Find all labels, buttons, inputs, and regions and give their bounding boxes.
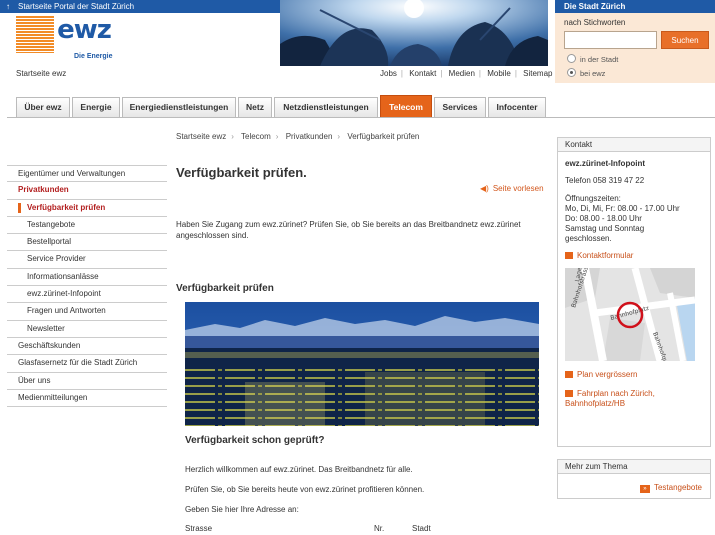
seite-vorlesen-label: Seite vorlesen	[492, 184, 544, 193]
column-strasse: Strasse	[185, 524, 213, 533]
leftnav-geschaeftskunden[interactable]: Geschäftskunden	[7, 338, 167, 356]
double-arrow-icon: »	[639, 485, 650, 493]
tab-services[interactable]: Services	[434, 97, 486, 117]
meta-nav-mobile[interactable]: Mobile	[487, 69, 511, 78]
radio-bei-ewz[interactable]	[567, 68, 576, 77]
kontakt-telefon: Telefon 058 319 47 22	[565, 176, 645, 185]
leftnav-medienmitteilungen[interactable]: Medienmitteilungen	[7, 390, 167, 408]
section-title: Verfügbarkeit prüfen	[176, 283, 274, 294]
welcome-text: Herzlich willkommen auf ewz.zürinet. Das…	[185, 465, 413, 474]
header-hero-image	[280, 0, 548, 66]
envelope-icon	[565, 252, 573, 260]
tab-netz[interactable]: Netz	[238, 97, 272, 117]
leftnav-infopoint[interactable]: ewz.zürinet-Infopoint	[7, 286, 167, 304]
breadcrumb-separator: ›	[275, 132, 279, 141]
column-nr: Nr.	[374, 524, 385, 533]
hours-line-4: geschlossen.	[565, 234, 612, 243]
testangebote-label: Testangebote	[653, 483, 702, 492]
checked-title: Verfügbarkeit schon geprüft?	[185, 435, 325, 446]
breadcrumb-separator: ›	[231, 132, 234, 141]
main-navigation: Über ewz Energie Energiedienstleistungen…	[16, 95, 548, 118]
mehr-zum-thema-box: Mehr zum Thema » Testangebote	[557, 459, 711, 499]
leftnav-glasfasernetz[interactable]: Glasfasernetz für die Stadt Zürich	[7, 355, 167, 373]
tab-energie[interactable]: Energie	[72, 97, 120, 117]
ewz-logo[interactable]: ewz Die Energie	[16, 13, 116, 60]
search-input[interactable]	[564, 31, 657, 49]
mehr-zum-thema-header: Mehr zum Thema	[558, 460, 710, 474]
leftnav-testangebote[interactable]: Testangebote	[7, 217, 167, 235]
hours-line-2: Do: 08.00 - 18.00 Uhr	[565, 214, 642, 223]
meta-nav-separator: |	[440, 69, 443, 78]
breadcrumb-separator: ›	[337, 132, 341, 141]
breadcrumb-startseite[interactable]: Startseite ewz	[176, 132, 226, 141]
kontaktformular-link[interactable]: Kontaktformular	[565, 251, 633, 261]
tab-divider	[7, 117, 715, 118]
radio-label-in-der-stadt: in der Stadt	[580, 55, 619, 64]
logo-tagline: Die Energie	[74, 53, 113, 60]
leftnav-bestellportal[interactable]: Bestellportal	[7, 234, 167, 252]
stadt-zuerich-title: Die Stadt Zürich	[555, 0, 715, 13]
leftnav-privatkunden[interactable]: Privatkunden	[7, 182, 167, 200]
meta-nav-medien[interactable]: Medien	[449, 69, 475, 78]
tab-infocenter[interactable]: Infocenter	[488, 97, 546, 117]
search-button[interactable]: Suchen	[661, 31, 709, 49]
external-link-icon	[565, 390, 573, 398]
pruefen-text: Prüfen Sie, ob Sie bereits heute von ewz…	[185, 485, 425, 494]
breadcrumb-telecom[interactable]: Telecom	[241, 132, 271, 141]
fahrplan-label-1: Fahrplan nach Zürich,	[577, 389, 655, 398]
leftnav-informationsanlaesse[interactable]: Informationsanlässe	[7, 269, 167, 287]
address-prompt: Geben Sie hier Ihre Adresse an:	[185, 505, 299, 514]
fahrplan-label-2[interactable]: Bahnhofplatz/HB	[565, 399, 625, 409]
plan-vergroessern-label: Plan vergrössern	[577, 370, 638, 379]
leftnav-eigentuemer[interactable]: Eigentümer und Verwaltungen	[7, 165, 167, 183]
kontakt-box: Kontakt ewz.zürinet-Infopoint Telefon 05…	[557, 137, 711, 447]
left-navigation: Eigentümer und Verwaltungen Privatkunden…	[7, 165, 167, 408]
kontakt-name: ewz.zürinet-Infopoint	[565, 159, 645, 168]
radio-label-bei-ewz: bei ewz	[580, 69, 606, 78]
zurich-night-image	[185, 302, 539, 426]
speaker-icon: ◀)	[480, 184, 489, 193]
meta-nav-separator: |	[514, 69, 517, 78]
search-panel: nach Stichworten Suchen in der Stadt bei…	[555, 13, 715, 83]
leftnav-ueber-uns[interactable]: Über uns	[7, 373, 167, 390]
hours-line-3: Samstag und Sonntag	[565, 224, 645, 233]
leftnav-service-provider[interactable]: Service Provider	[7, 251, 167, 269]
leftnav-fragen-antworten[interactable]: Fragen und Antworten	[7, 303, 167, 321]
meta-navigation: Jobs | Kontakt | Medien | Mobile | Sitemap	[380, 69, 556, 78]
leftnav-verfuegbarkeit-pruefen[interactable]: Verfügbarkeit prüfen	[7, 200, 167, 217]
breadcrumb-current: Verfügbarkeit prüfen	[347, 132, 420, 141]
hours-title: Öffnungszeiten:	[565, 194, 621, 203]
leftnav-newsletter[interactable]: Newsletter	[7, 321, 167, 338]
fahrplan-link[interactable]: Fahrplan nach Zürich,	[565, 389, 655, 399]
tab-energiedienstleistungen[interactable]: Energiedienstleistungen	[122, 97, 236, 117]
tab-telecom[interactable]: Telecom	[380, 95, 432, 117]
portal-link-label: Startseite Portal der Stadt Zürich	[18, 2, 135, 11]
meta-nav-separator: |	[400, 69, 403, 78]
meta-nav-jobs[interactable]: Jobs	[380, 69, 397, 78]
hours-line-1: Mo, Di, Mi, Fr: 08.00 - 17.00 Uhr	[565, 204, 680, 213]
meta-nav-sitemap[interactable]: Sitemap	[523, 69, 552, 78]
startseite-ewz-link[interactable]: Startseite ewz	[16, 69, 66, 78]
plan-vergroessern-link[interactable]: Plan vergrössern	[565, 370, 637, 380]
column-stadt: Stadt	[412, 524, 431, 533]
intro-text: Haben Sie Zugang zum ewz.zürinet? Prüfen…	[176, 220, 521, 240]
arrow-up-icon: ↑	[6, 2, 10, 11]
logo-brand: ewz	[54, 13, 114, 53]
kontaktformular-label: Kontaktformular	[577, 251, 634, 260]
kontakt-header: Kontakt	[558, 138, 710, 152]
breadcrumb-privatkunden[interactable]: Privatkunden	[286, 132, 333, 141]
tab-ueber-ewz[interactable]: Über ewz	[16, 97, 70, 117]
radio-in-der-stadt[interactable]	[567, 54, 576, 63]
testangebote-link[interactable]: » Testangebote	[639, 483, 702, 493]
page-title: Verfügbarkeit prüfen.	[176, 165, 307, 180]
meta-nav-kontakt[interactable]: Kontakt	[409, 69, 436, 78]
tab-netzdienstleistungen[interactable]: Netzdienstleistungen	[274, 97, 378, 117]
location-map[interactable]: Bahnhofstrasse Bahnhofplatz Bahnhofquai …	[565, 268, 695, 361]
plus-icon	[565, 371, 573, 379]
breadcrumb: Startseite ewz › Telecom › Privatkunden › V…	[176, 132, 419, 141]
search-label: nach Stichworten	[564, 18, 626, 27]
meta-nav-separator: |	[478, 69, 481, 78]
seite-vorlesen-link[interactable]: ◀) Seite vorlesen	[480, 184, 544, 193]
